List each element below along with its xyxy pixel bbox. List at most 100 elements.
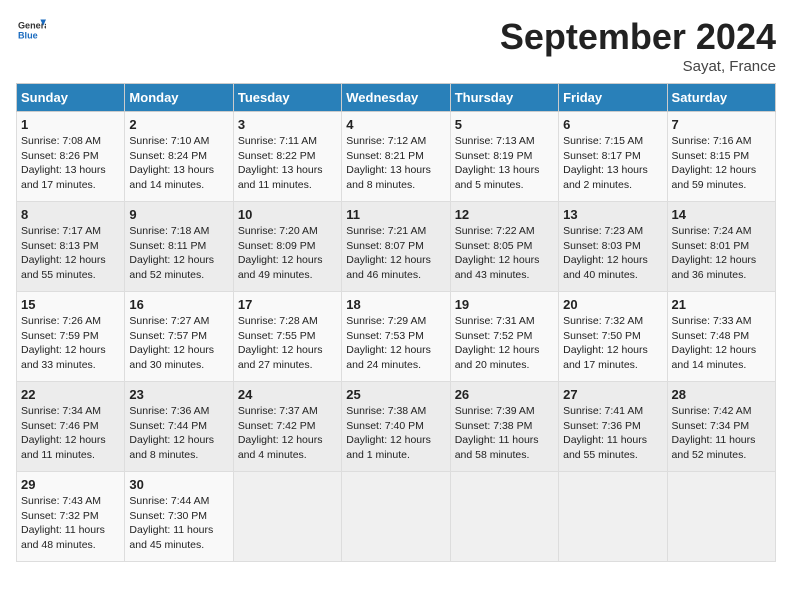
day-number: 29 [21,477,120,492]
cell-content: Sunrise: 7:31 AMSunset: 7:52 PMDaylight:… [455,314,554,373]
calendar-cell: 21Sunrise: 7:33 AMSunset: 7:48 PMDayligh… [667,292,775,382]
cell-content: Sunrise: 7:10 AMSunset: 8:24 PMDaylight:… [129,134,228,193]
calendar-cell: 9 Sunrise: 7:18 AMSunset: 8:11 PMDaylight… [125,202,233,292]
day-number: 18 [346,297,445,312]
day-number: 4 [346,117,445,132]
calendar-cell: 29 Sunrise: 7:43 AMSunset: 7:32 PMDayligh… [17,472,125,562]
calendar-cell: 6 Sunrise: 7:15 AMSunset: 8:17 PMDaylight… [559,112,667,202]
calendar-cell [233,472,341,562]
calendar-cell [342,472,450,562]
day-number: 16 [129,297,228,312]
calendar-header-row: SundayMondayTuesdayWednesdayThursdayFrid… [17,84,776,112]
cell-content: Sunrise: 7:20 AMSunset: 8:09 PMDaylight:… [238,224,337,283]
cell-content: Sunrise: 7:18 AMSunset: 8:11 PMDaylight:… [129,224,228,283]
weekday-header-saturday: Saturday [667,84,775,112]
day-number: 15 [21,297,120,312]
weekday-header-tuesday: Tuesday [233,84,341,112]
cell-content: Sunrise: 7:33 AMSunset: 7:48 PMDaylight:… [672,314,771,373]
cell-content: Sunrise: 7:39 AMSunset: 7:38 PMDaylight:… [455,404,554,463]
calendar-cell: 3Sunrise: 7:11 AMSunset: 8:22 PMDaylight… [233,112,341,202]
calendar-week-1: 1Sunrise: 7:08 AMSunset: 8:26 PMDaylight… [17,112,776,202]
calendar-cell [559,472,667,562]
cell-content: Sunrise: 7:37 AMSunset: 7:42 PMDaylight:… [238,404,337,463]
cell-content: Sunrise: 7:24 AMSunset: 8:01 PMDaylight:… [672,224,771,283]
calendar-cell [450,472,558,562]
calendar-cell: 23Sunrise: 7:36 AMSunset: 7:44 PMDayligh… [125,382,233,472]
calendar-week-3: 15 Sunrise: 7:26 AMSunset: 7:59 PMDayligh… [17,292,776,382]
day-number: 26 [455,387,554,402]
calendar-cell: 13 Sunrise: 7:23 AMSunset: 8:03 PMDayligh… [559,202,667,292]
calendar-week-2: 8 Sunrise: 7:17 AMSunset: 8:13 PMDaylight… [17,202,776,292]
cell-content: Sunrise: 7:12 AMSunset: 8:21 PMDaylight:… [346,134,445,193]
month-title: September 2024 [500,16,776,58]
cell-content: Sunrise: 7:15 AMSunset: 8:17 PMDaylight:… [563,134,662,193]
day-number: 17 [238,297,337,312]
day-number: 13 [563,207,662,222]
calendar-cell: 20 Sunrise: 7:32 AMSunset: 7:50 PMDayligh… [559,292,667,382]
calendar-cell: 27 Sunrise: 7:41 AMSunset: 7:36 PMDayligh… [559,382,667,472]
calendar-cell: 10 Sunrise: 7:20 AMSunset: 8:09 PMDayligh… [233,202,341,292]
day-number: 14 [672,207,771,222]
cell-content: Sunrise: 7:23 AMSunset: 8:03 PMDaylight:… [563,224,662,283]
day-number: 25 [346,387,445,402]
weekday-header-monday: Monday [125,84,233,112]
calendar-week-4: 22Sunrise: 7:34 AMSunset: 7:46 PMDayligh… [17,382,776,472]
calendar-cell: 22Sunrise: 7:34 AMSunset: 7:46 PMDayligh… [17,382,125,472]
cell-content: Sunrise: 7:27 AMSunset: 7:57 PMDaylight:… [129,314,228,373]
title-area: September 2024 Sayat, France [500,16,776,75]
calendar-cell: 30 Sunrise: 7:44 AMSunset: 7:30 PMDayligh… [125,472,233,562]
cell-content: Sunrise: 7:44 AMSunset: 7:30 PMDaylight:… [129,494,228,553]
cell-content: Sunrise: 7:41 AMSunset: 7:36 PMDaylight:… [563,404,662,463]
day-number: 11 [346,207,445,222]
day-number: 7 [672,117,771,132]
day-number: 22 [21,387,120,402]
day-number: 2 [129,117,228,132]
calendar-cell: 16 Sunrise: 7:27 AMSunset: 7:57 PMDayligh… [125,292,233,382]
day-number: 9 [129,207,228,222]
calendar-cell: 14 Sunrise: 7:24 AMSunset: 8:01 PMDayligh… [667,202,775,292]
cell-content: Sunrise: 7:11 AMSunset: 8:22 PMDaylight:… [238,134,337,193]
calendar-cell: 4 Sunrise: 7:12 AMSunset: 8:21 PMDaylight… [342,112,450,202]
calendar-cell: 26 Sunrise: 7:39 AMSunset: 7:38 PMDayligh… [450,382,558,472]
day-number: 20 [563,297,662,312]
day-number: 28 [672,387,771,402]
day-number: 6 [563,117,662,132]
cell-content: Sunrise: 7:21 AMSunset: 8:07 PMDaylight:… [346,224,445,283]
cell-content: Sunrise: 7:22 AMSunset: 8:05 PMDaylight:… [455,224,554,283]
day-number: 5 [455,117,554,132]
day-number: 24 [238,387,337,402]
day-number: 30 [129,477,228,492]
calendar-cell: 17 Sunrise: 7:28 AMSunset: 7:55 PMDayligh… [233,292,341,382]
calendar-cell: 12 Sunrise: 7:22 AMSunset: 8:05 PMDayligh… [450,202,558,292]
cell-content: Sunrise: 7:28 AMSunset: 7:55 PMDaylight:… [238,314,337,373]
cell-content: Sunrise: 7:17 AMSunset: 8:13 PMDaylight:… [21,224,120,283]
calendar-week-5: 29 Sunrise: 7:43 AMSunset: 7:32 PMDayligh… [17,472,776,562]
weekday-header-friday: Friday [559,84,667,112]
day-number: 8 [21,207,120,222]
cell-content: Sunrise: 7:42 AMSunset: 7:34 PMDaylight:… [672,404,771,463]
weekday-header-thursday: Thursday [450,84,558,112]
day-number: 10 [238,207,337,222]
cell-content: Sunrise: 7:36 AMSunset: 7:44 PMDaylight:… [129,404,228,463]
calendar-cell: 19 Sunrise: 7:31 AMSunset: 7:52 PMDayligh… [450,292,558,382]
header: General Blue September 2024 Sayat, Franc… [16,16,776,75]
calendar-body: 1Sunrise: 7:08 AMSunset: 8:26 PMDaylight… [17,112,776,562]
day-number: 19 [455,297,554,312]
calendar-cell: 2 Sunrise: 7:10 AMSunset: 8:24 PMDaylight… [125,112,233,202]
weekday-header-wednesday: Wednesday [342,84,450,112]
cell-content: Sunrise: 7:32 AMSunset: 7:50 PMDaylight:… [563,314,662,373]
day-number: 12 [455,207,554,222]
cell-content: Sunrise: 7:38 AMSunset: 7:40 PMDaylight:… [346,404,445,463]
calendar-cell: 7 Sunrise: 7:16 AMSunset: 8:15 PMDaylight… [667,112,775,202]
cell-content: Sunrise: 7:26 AMSunset: 7:59 PMDaylight:… [21,314,120,373]
cell-content: Sunrise: 7:43 AMSunset: 7:32 PMDaylight:… [21,494,120,553]
calendar-cell: 5Sunrise: 7:13 AMSunset: 8:19 PMDaylight… [450,112,558,202]
cell-content: Sunrise: 7:16 AMSunset: 8:15 PMDaylight:… [672,134,771,193]
calendar-cell: 8 Sunrise: 7:17 AMSunset: 8:13 PMDaylight… [17,202,125,292]
day-number: 1 [21,117,120,132]
day-number: 27 [563,387,662,402]
weekday-header-sunday: Sunday [17,84,125,112]
calendar-cell: 1Sunrise: 7:08 AMSunset: 8:26 PMDaylight… [17,112,125,202]
calendar-cell [667,472,775,562]
calendar-cell: 11 Sunrise: 7:21 AMSunset: 8:07 PMDayligh… [342,202,450,292]
